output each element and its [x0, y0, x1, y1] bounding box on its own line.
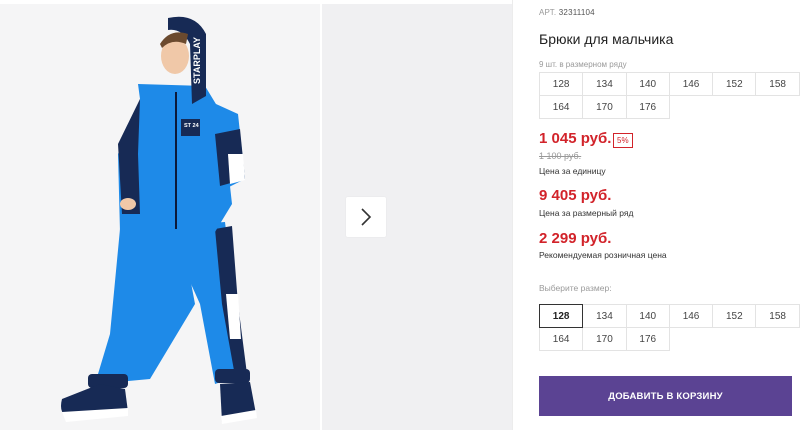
- rrp-caption: Рекомендуемая розничная цена: [539, 250, 667, 260]
- size-selector-grid: 128 134 140 146 152 158 164 170 176: [539, 304, 800, 351]
- size-option-170[interactable]: 170: [582, 327, 627, 351]
- size-option-176[interactable]: 176: [625, 327, 670, 351]
- chest-patch: ST 24: [184, 123, 200, 129]
- size-option-134[interactable]: 134: [582, 304, 627, 328]
- article-label: АРТ.: [539, 8, 557, 17]
- size-option-128[interactable]: 128: [539, 304, 584, 328]
- series-size-cell: 146: [668, 72, 714, 96]
- product-info-panel: АРТ. 32311104 Брюки для мальчика 9 шт. в…: [539, 0, 800, 430]
- article-number: АРТ. 32311104: [539, 8, 595, 17]
- series-size-cell: 164: [539, 95, 584, 119]
- unit-price-caption: Цена за единицу: [539, 166, 606, 176]
- hood-print: STARPLAY: [192, 37, 202, 84]
- series-size-grid: 128 134 140 146 152 158 164 170 176: [539, 72, 800, 119]
- series-size-cell: 158: [755, 72, 800, 96]
- product-title: Брюки для мальчика: [539, 31, 674, 47]
- size-option-164[interactable]: 164: [539, 327, 584, 351]
- size-option-146[interactable]: 146: [668, 304, 714, 328]
- series-price-caption: Цена за размерный ряд: [539, 208, 634, 218]
- unit-price: 1 045 руб.: [539, 130, 612, 147]
- article-value: 32311104: [558, 8, 595, 17]
- old-price: 1 100 руб.: [539, 151, 582, 161]
- series-size-cell: 152: [712, 72, 757, 96]
- series-count-label: 9 шт. в размерном ряду: [539, 60, 627, 69]
- discount-badge: 5%: [613, 133, 633, 148]
- size-option-158[interactable]: 158: [755, 304, 800, 328]
- series-size-cell: 128: [539, 72, 584, 96]
- series-size-cell: 170: [582, 95, 627, 119]
- panel-divider: [512, 0, 513, 430]
- choose-size-label: Выберите размер:: [539, 283, 612, 293]
- series-price: 9 405 руб.: [539, 187, 612, 204]
- series-size-cell: 140: [625, 72, 670, 96]
- next-photo-button[interactable]: [346, 197, 386, 237]
- product-photo[interactable]: STARPLAY ST 24: [0, 4, 320, 430]
- rrp-price: 2 299 руб.: [539, 230, 612, 247]
- size-option-152[interactable]: 152: [712, 304, 757, 328]
- product-photo-illustration: STARPLAY ST 24: [61, 16, 257, 424]
- product-gallery: STARPLAY ST 24: [0, 0, 512, 430]
- series-size-cell: 176: [625, 95, 670, 119]
- series-size-cell: 134: [582, 72, 627, 96]
- add-to-cart-button[interactable]: ДОБАВИТЬ В КОРЗИНУ: [539, 376, 792, 416]
- chevron-right-icon: [361, 208, 372, 226]
- size-option-140[interactable]: 140: [625, 304, 670, 328]
